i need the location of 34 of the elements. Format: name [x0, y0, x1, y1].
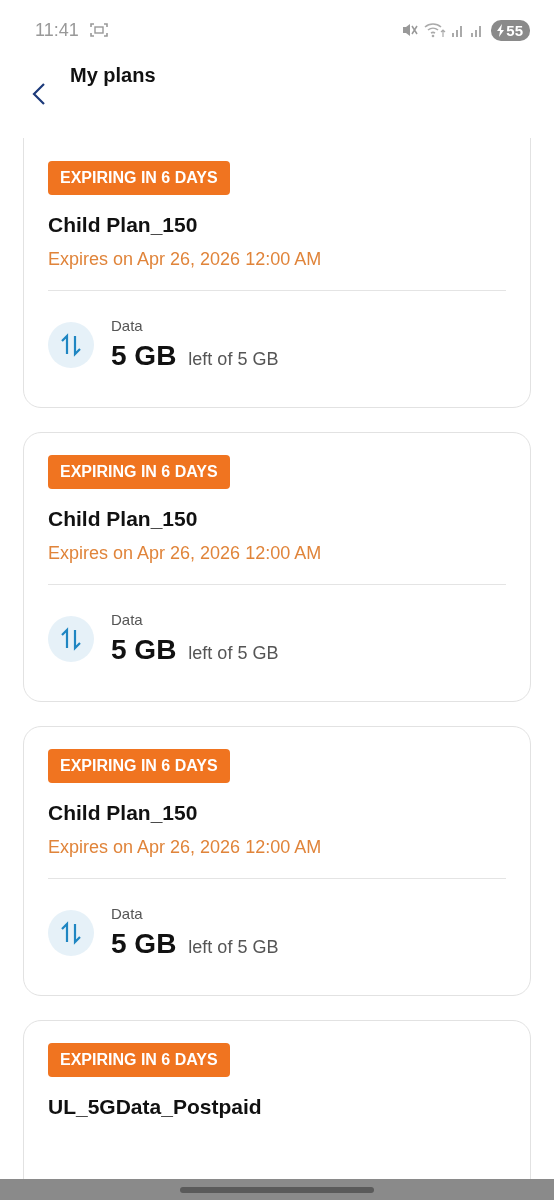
plan-name: UL_5GData_Postpaid — [48, 1095, 262, 1119]
mute-icon — [401, 22, 420, 38]
expiry-badge: EXPIRING IN 6 DAYS — [48, 161, 230, 195]
page-title: My plans — [70, 64, 156, 87]
data-transfer-icon — [48, 615, 94, 662]
wifi-icon — [424, 22, 447, 38]
data-transfer-icon — [48, 321, 94, 368]
plan-name: Child Plan_150 — [48, 507, 198, 531]
usage-label: Data — [111, 317, 144, 334]
battery-indicator: 55 — [491, 19, 530, 41]
plan-card[interactable]: EXPIRING IN 6 DAYS Child Plan_150 Expires on Apr 26, 2026 12:00 AM Data 5 GB left of 5 GB — [23, 432, 531, 702]
home-handle[interactable] — [180, 1186, 374, 1193]
remaining-amount: 5 GB — [111, 634, 177, 666]
plan-card[interactable]: EXPIRING IN 6 DAYS Child Plan_150 Expires on Apr 26, 2026 12:00 AM Data 5 GB left of 5 GB — [23, 138, 531, 408]
total-amount: left of 5 GB — [188, 937, 279, 958]
back-icon[interactable] — [32, 82, 46, 106]
usage-label: Data — [111, 611, 144, 628]
expiry-date: Expires on Apr 26, 2026 12:00 AM — [48, 837, 322, 858]
usage-label: Data — [111, 905, 144, 922]
remaining-amount: 5 GB — [111, 340, 177, 372]
plan-name: Child Plan_150 — [48, 801, 198, 825]
total-amount: left of 5 GB — [188, 349, 279, 370]
expiry-badge: EXPIRING IN 6 DAYS — [48, 455, 230, 489]
screenshot-icon — [89, 22, 108, 38]
plan-card[interactable]: EXPIRING IN 6 DAYS Child Plan_150 Expires on Apr 26, 2026 12:00 AM Data 5 GB left of 5 GB — [23, 726, 531, 996]
expiry-date: Expires on Apr 26, 2026 12:00 AM — [48, 249, 322, 270]
remaining-amount: 5 GB — [111, 928, 177, 960]
data-transfer-icon — [48, 909, 94, 956]
expiry-badge: EXPIRING IN 6 DAYS — [48, 1043, 230, 1077]
total-amount: left of 5 GB — [188, 643, 279, 664]
status-time: 11:41 — [35, 19, 79, 41]
plan-name: Child Plan_150 — [48, 213, 198, 237]
expiry-date: Expires on Apr 26, 2026 12:00 AM — [48, 543, 322, 564]
expiry-badge: EXPIRING IN 6 DAYS — [48, 749, 230, 783]
